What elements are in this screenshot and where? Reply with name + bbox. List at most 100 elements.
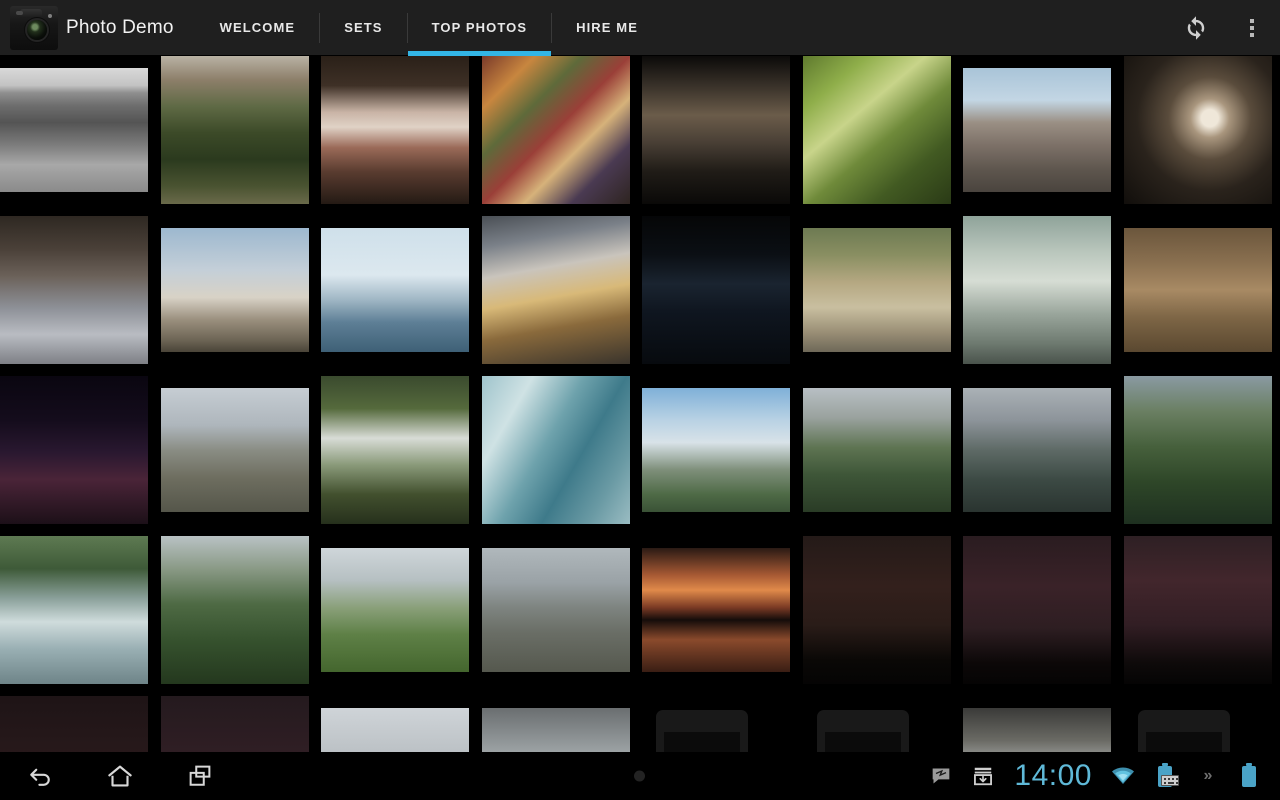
photo-thumbnail[interactable] — [642, 216, 790, 364]
photo-thumbnail[interactable] — [1124, 536, 1272, 684]
photo-image — [803, 388, 951, 512]
photo-image — [963, 68, 1111, 192]
action-bar: Photo Demo WELCOME SETS TOP PHOTOS HIRE … — [0, 0, 1280, 56]
tab-label: SETS — [344, 20, 383, 35]
photo-thumbnail[interactable] — [482, 376, 630, 524]
photo-thumbnail[interactable] — [321, 56, 469, 204]
photo-thumbnail[interactable] — [482, 216, 630, 364]
photo-thumbnail[interactable] — [642, 696, 790, 752]
photo-demo-app: Photo Demo WELCOME SETS TOP PHOTOS HIRE … — [0, 0, 1280, 800]
photo-image — [321, 56, 469, 204]
photo-image — [642, 388, 790, 512]
photo-image — [0, 536, 148, 684]
photo-image — [1124, 228, 1272, 352]
photo-thumbnail[interactable] — [963, 216, 1111, 364]
photo-thumbnail[interactable] — [0, 536, 148, 684]
photo-thumbnail[interactable] — [803, 536, 951, 684]
photo-thumbnail[interactable] — [321, 216, 469, 364]
photo-image — [963, 388, 1111, 512]
tab-welcome[interactable]: WELCOME — [196, 0, 320, 56]
photo-image — [161, 388, 309, 512]
photo-image — [0, 68, 148, 192]
photo-thumbnail[interactable] — [1124, 56, 1272, 204]
recents-button[interactable] — [160, 752, 240, 800]
photo-thumbnail[interactable] — [642, 56, 790, 204]
photo-thumbnail[interactable] — [803, 216, 951, 364]
back-arrow-icon — [30, 768, 50, 786]
tab-sets[interactable]: SETS — [320, 0, 406, 56]
photo-image — [803, 536, 951, 684]
photo-thumbnail[interactable] — [321, 536, 469, 684]
photo-thumbnail[interactable] — [0, 216, 148, 364]
image-loading-placeholder — [656, 710, 748, 752]
photo-image — [803, 228, 951, 352]
photo-thumbnail[interactable] — [963, 696, 1111, 752]
photo-thumbnail[interactable] — [161, 56, 309, 204]
photo-thumbnail[interactable] — [803, 56, 951, 204]
photo-image — [482, 376, 630, 524]
photo-thumbnail[interactable] — [321, 696, 469, 752]
active-tab-indicator — [407, 50, 552, 56]
photo-image — [482, 708, 630, 752]
tab-bar: WELCOME SETS TOP PHOTOS HIRE ME — [196, 0, 662, 56]
overflow-menu-button[interactable] — [1224, 0, 1280, 56]
system-navigation-bar: 14:00 » — [0, 752, 1280, 800]
photo-thumbnail[interactable] — [161, 216, 309, 364]
photo-thumbnail[interactable] — [642, 376, 790, 524]
photo-grid-row — [0, 696, 1280, 752]
photo-image — [1124, 376, 1272, 524]
logo-lens — [27, 19, 47, 40]
photo-thumbnail[interactable] — [482, 56, 630, 204]
photo-thumbnail[interactable] — [161, 696, 309, 752]
tab-label: TOP PHOTOS — [431, 20, 528, 35]
photo-image — [161, 696, 309, 752]
logo-flash-dot — [48, 13, 52, 18]
photo-thumbnail[interactable] — [0, 376, 148, 524]
photo-thumbnail[interactable] — [803, 696, 951, 752]
clock: 14:00 — [1014, 759, 1092, 792]
photo-thumbnail[interactable] — [803, 376, 951, 524]
logo-hump — [20, 8, 42, 18]
photo-image — [1124, 56, 1272, 204]
photo-grid-row — [0, 216, 1280, 364]
refresh-button[interactable] — [1168, 0, 1224, 56]
photo-thumbnail[interactable] — [963, 536, 1111, 684]
photo-thumbnail[interactable] — [161, 536, 309, 684]
no-menu-indicator — [634, 770, 645, 782]
photo-thumbnail[interactable] — [1124, 696, 1272, 752]
home-button[interactable] — [80, 752, 160, 800]
photo-image — [0, 216, 148, 364]
photo-thumbnail[interactable] — [482, 696, 630, 752]
photo-thumbnail[interactable] — [642, 536, 790, 684]
photo-image — [642, 548, 790, 672]
more-icons-chevron: » — [1203, 767, 1213, 784]
photo-image — [482, 56, 630, 204]
wifi-icon — [1102, 752, 1144, 800]
image-loading-placeholder — [817, 710, 909, 752]
photo-thumbnail[interactable] — [0, 56, 148, 204]
photo-thumbnail[interactable] — [1124, 216, 1272, 364]
photo-image — [321, 708, 469, 752]
tab-hire-me[interactable]: HIRE ME — [552, 0, 662, 56]
logo-shutter — [16, 10, 23, 15]
tab-top-photos[interactable]: TOP PHOTOS — [407, 0, 552, 56]
photo-thumbnail[interactable] — [321, 376, 469, 524]
photo-image — [642, 56, 790, 204]
keyboard-battery-icon — [1144, 752, 1186, 800]
keyboard-icon — [1161, 774, 1179, 786]
photo-thumbnail[interactable] — [0, 696, 148, 752]
status-icons-area[interactable]: 14:00 » — [920, 752, 1280, 800]
photo-thumbnail[interactable] — [963, 56, 1111, 204]
recent-apps-icon — [189, 765, 211, 786]
photo-image — [642, 216, 790, 364]
photo-thumbnail[interactable] — [161, 376, 309, 524]
photo-thumbnail[interactable] — [1124, 376, 1272, 524]
photo-thumbnail[interactable] — [963, 376, 1111, 524]
back-button[interactable] — [0, 752, 80, 800]
photo-thumbnail[interactable] — [482, 536, 630, 684]
home-icon — [108, 765, 132, 787]
camera-photo-icon — [10, 5, 58, 50]
photo-image — [321, 376, 469, 524]
photo-image — [803, 56, 951, 204]
photo-grid[interactable] — [0, 56, 1280, 752]
